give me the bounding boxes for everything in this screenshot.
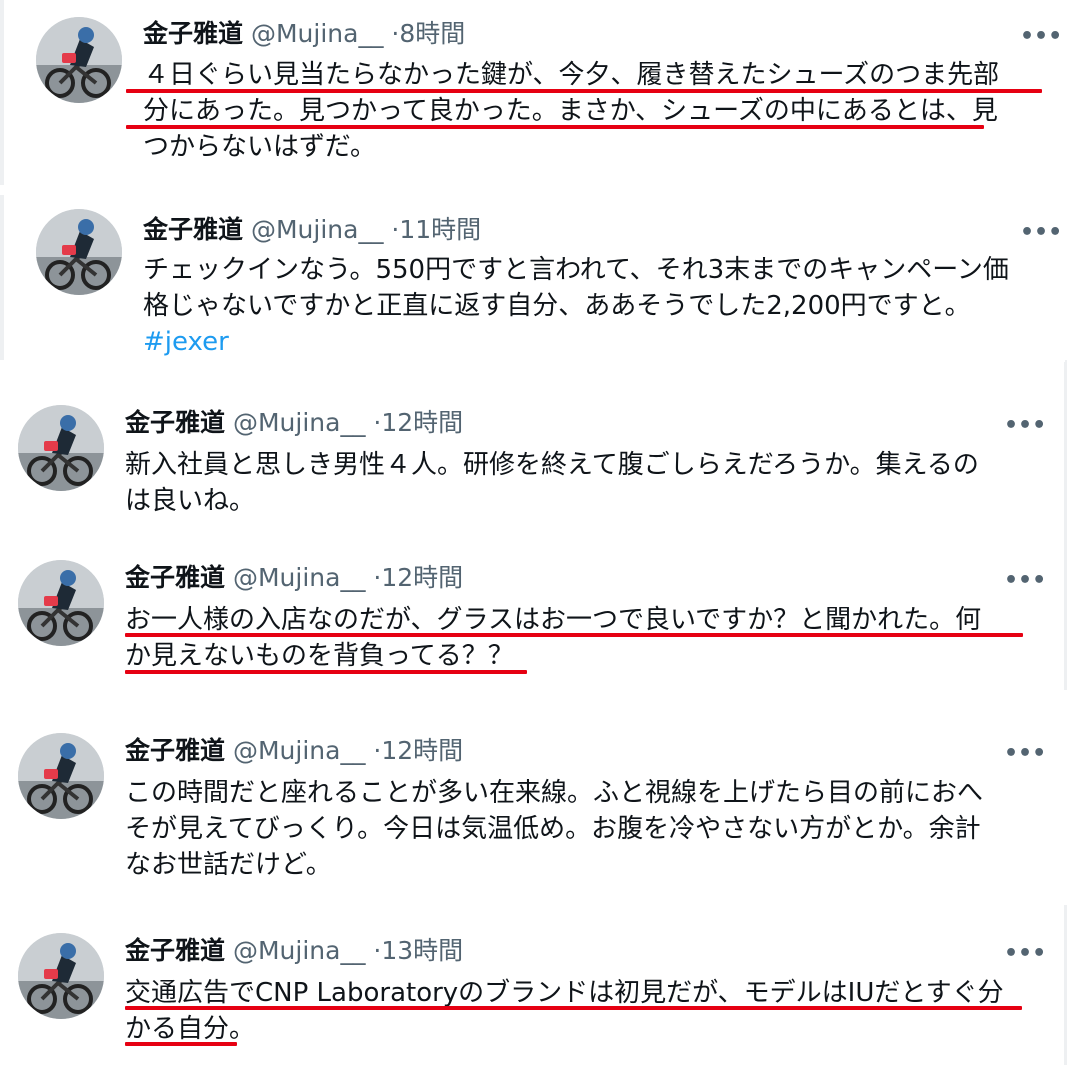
display-name[interactable]: 金子雅道: [125, 408, 225, 437]
more-horizontal-icon[interactable]: •••: [1004, 570, 1046, 592]
avatar[interactable]: [18, 733, 104, 819]
more-horizontal-icon[interactable]: •••: [1004, 415, 1046, 437]
tweet-header: 金子雅道 @Mujina__ ·11時間: [143, 212, 481, 248]
tweet-header: 金子雅道 @Mujina__ ·12時間: [125, 405, 463, 441]
user-handle[interactable]: @Mujina__: [233, 936, 365, 965]
tweet-text-line: ４日ぐらい見当たらなかった鍵が、今夕、履き替えたシューズのつま先部: [143, 60, 1000, 90]
cyclist-avatar-image: [18, 405, 104, 491]
red-underline: [125, 670, 527, 674]
tweet-header: 金子雅道 @Mujina__ ·13時間: [125, 933, 463, 969]
tweet-text: 交通広告でCNP Laboratoryのブランドは初見だが、モデルはIUだとすぐ…: [125, 975, 1004, 1047]
cyclist-avatar-image: [18, 933, 104, 1019]
tweet-header: 金子雅道 @Mujina__ ·8時間: [143, 16, 465, 52]
timestamp[interactable]: 12時間: [381, 736, 463, 765]
display-name[interactable]: 金子雅道: [143, 215, 243, 244]
cyclist-avatar-image: [18, 560, 104, 646]
cyclist-avatar-image: [36, 209, 122, 295]
tweet-text-line: チェックインなう。550円ですと言われて、それ3末までのキャンペーン価: [143, 255, 1009, 285]
crop-edge: [0, 0, 4, 185]
tweet-text-line: かる自分。: [125, 1014, 256, 1044]
red-underline: [125, 1042, 237, 1046]
timestamp[interactable]: 12時間: [381, 408, 463, 437]
tweet[interactable]: 金子雅道 @Mujina__ ·8時間 ••• ４日ぐらい見当たらなかった鍵が、…: [20, 10, 1065, 185]
tweet[interactable]: 金子雅道 @Mujina__ ·12時間 ••• お一人様の入店なのだが、グラス…: [0, 550, 1046, 690]
tweet-header: 金子雅道 @Mujina__ ·12時間: [125, 560, 463, 596]
avatar[interactable]: [18, 560, 104, 646]
display-name[interactable]: 金子雅道: [125, 563, 225, 592]
avatar[interactable]: [36, 17, 122, 103]
tweet-text-line: 分にあった。見つかって良かった。まさか、シューズの中にあるとは、見: [143, 96, 998, 126]
red-underline: [125, 1006, 1022, 1010]
timestamp[interactable]: 8時間: [399, 19, 465, 48]
cyclist-avatar-image: [36, 17, 122, 103]
tweet-text: チェックインなう。550円ですと言われて、それ3末までのキャンペーン価 格じゃな…: [143, 252, 1009, 360]
user-handle[interactable]: @Mujina__: [251, 215, 383, 244]
crop-edge: [1064, 905, 1067, 1065]
display-name[interactable]: 金子雅道: [125, 936, 225, 965]
display-name[interactable]: 金子雅道: [143, 19, 243, 48]
more-horizontal-icon[interactable]: •••: [1020, 222, 1062, 244]
tweet[interactable]: 金子雅道 @Mujina__ ·11時間 ••• チェックインなう。550円です…: [20, 202, 1065, 362]
tweet-text: お一人様の入店なのだが、グラスはお一つで良いですか？と聞かれた。何 か見えないも…: [125, 602, 981, 674]
user-handle[interactable]: @Mujina__: [251, 19, 383, 48]
tweet-text-line: そが見えてびっくり。今日は気温低め。お腹を冷やさない方がとか。余計: [125, 814, 981, 844]
tweet[interactable]: 金子雅道 @Mujina__ ·12時間 ••• この時間だと座れることが多い在…: [0, 725, 1046, 890]
more-horizontal-icon[interactable]: •••: [1004, 743, 1046, 765]
tweet-header: 金子雅道 @Mujina__ ·12時間: [125, 733, 463, 769]
tweet-text-line: は良いね。: [125, 486, 256, 516]
tweet-text-line: この時間だと座れることが多い在来線。ふと視線を上げたら目の前におへ: [125, 778, 984, 808]
hashtag-link[interactable]: #jexer: [143, 324, 1009, 360]
crop-edge: [1064, 360, 1067, 690]
avatar[interactable]: [18, 933, 104, 1019]
tweet-text-line: か見えないものを背負ってる？？: [125, 641, 514, 671]
avatar[interactable]: [18, 405, 104, 491]
cyclist-avatar-image: [18, 733, 104, 819]
tweet[interactable]: 金子雅道 @Mujina__ ·12時間 ••• 新入社員と思しき男性４人。研修…: [0, 395, 1046, 525]
timestamp[interactable]: 13時間: [381, 936, 463, 965]
more-horizontal-icon[interactable]: •••: [1020, 26, 1062, 48]
timestamp[interactable]: 12時間: [381, 563, 463, 592]
timestamp[interactable]: 11時間: [399, 215, 481, 244]
tweet-text-line: 格じゃないですかと正直に返す自分、ああそうでした2,200円ですと。: [143, 291, 971, 321]
display-name[interactable]: 金子雅道: [125, 736, 225, 765]
red-underline: [125, 633, 1023, 637]
crop-edge: [0, 195, 4, 360]
red-underline: [126, 89, 1042, 93]
red-underline: [126, 125, 984, 129]
tweet-text-line: 新入社員と思しき男性４人。研修を終えて腹ごしらえだろうか。集えるの: [125, 450, 979, 480]
tweet-text: 新入社員と思しき男性４人。研修を終えて腹ごしらえだろうか。集えるの は良いね。: [125, 447, 979, 519]
tweet-text: この時間だと座れることが多い在来線。ふと視線を上げたら目の前におへ そが見えてび…: [125, 775, 983, 883]
user-handle[interactable]: @Mujina__: [233, 736, 365, 765]
tweet[interactable]: 金子雅道 @Mujina__ ·13時間 ••• 交通広告でCNP Labora…: [0, 925, 1046, 1065]
user-handle[interactable]: @Mujina__: [233, 408, 365, 437]
tweet-text: ４日ぐらい見当たらなかった鍵が、今夕、履き替えたシューズのつま先部 分にあった。…: [143, 57, 999, 165]
tweet-text-line: つからないはずだ。: [143, 132, 376, 162]
user-handle[interactable]: @Mujina__: [233, 563, 365, 592]
tweet-text-line: なお世話だけど。: [125, 850, 332, 880]
more-horizontal-icon[interactable]: •••: [1004, 943, 1046, 965]
avatar[interactable]: [36, 209, 122, 295]
